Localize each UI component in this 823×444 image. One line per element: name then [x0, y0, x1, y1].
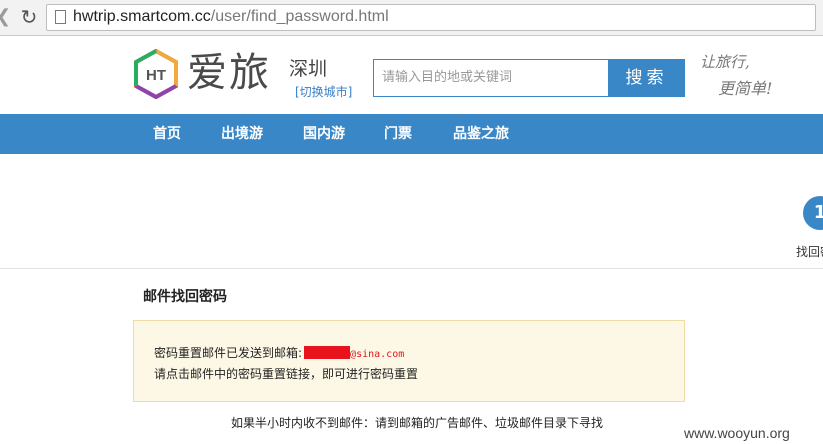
url-text: hwtrip.smartcom.cc/user/find_password.ht… — [73, 8, 389, 26]
search-button[interactable]: 搜索 — [608, 59, 685, 97]
watermark: www.wooyun.org — [684, 425, 790, 441]
notice-box: 密码重置邮件已发送到邮箱: @sina.com 请点击邮件中的密码重置链接，即可进… — [133, 320, 685, 402]
nav-item-tasting-tours[interactable]: 品鉴之旅 — [453, 114, 509, 154]
footnote: 如果半小时内收不到邮件：请到邮箱的广告邮件、垃圾邮件目录下寻找 — [231, 416, 604, 430]
logo-hexagon-icon[interactable]: HT — [133, 49, 179, 99]
nav-item-domestic[interactable]: 国内游 — [303, 114, 345, 154]
current-city: 深圳 — [289, 58, 328, 80]
back-arrow-icon[interactable]: ❮ — [0, 6, 16, 28]
step-label: 找回密 — [796, 245, 823, 259]
url-path: /user/find_password.html — [210, 8, 389, 25]
address-bar[interactable]: hwtrip.smartcom.cc/user/find_password.ht… — [46, 4, 816, 31]
nav-item-outbound[interactable]: 出境游 — [221, 114, 263, 154]
switch-city-link[interactable]: [切换城市] — [295, 83, 352, 100]
page-title: 邮件找回密码 — [143, 289, 227, 305]
slogan-line-1: 让旅行, — [700, 53, 750, 71]
notice-line-2: 请点击邮件中的密码重置链接，即可进行密码重置 — [154, 367, 419, 381]
notice-line-1: 密码重置邮件已发送到邮箱: @sina.com — [154, 344, 404, 361]
main-nav: 首页 出境游 国内游 门票 品鉴之旅 — [0, 114, 823, 154]
browser-toolbar: ❮ ↻ hwtrip.smartcom.cc/user/find_passwor… — [0, 0, 823, 36]
slogan: 让旅行, 更简单! — [690, 47, 785, 103]
reload-icon[interactable]: ↻ — [18, 5, 40, 29]
page-icon — [55, 10, 66, 24]
banner-area — [0, 154, 823, 269]
logo-badge-text: HT — [146, 67, 166, 84]
slogan-line-2: 更简单! — [718, 79, 773, 98]
notice-email-domain: @sina.com — [350, 349, 405, 360]
logo-text[interactable]: 爱旅 — [187, 48, 271, 98]
site-header: HT 爱旅 深圳 [切换城市] 请输入目的地或关键词 搜索 让旅行, 更简单! — [0, 37, 823, 114]
url-host: hwtrip.smartcom.cc — [73, 8, 211, 25]
search-input[interactable]: 请输入目的地或关键词 — [373, 59, 609, 97]
notice-line-1-prefix: 密码重置邮件已发送到邮箱: — [154, 346, 303, 360]
nav-item-tickets[interactable]: 门票 — [384, 114, 412, 154]
nav-item-home[interactable]: 首页 — [153, 114, 181, 154]
redacted-email-block — [304, 346, 351, 359]
